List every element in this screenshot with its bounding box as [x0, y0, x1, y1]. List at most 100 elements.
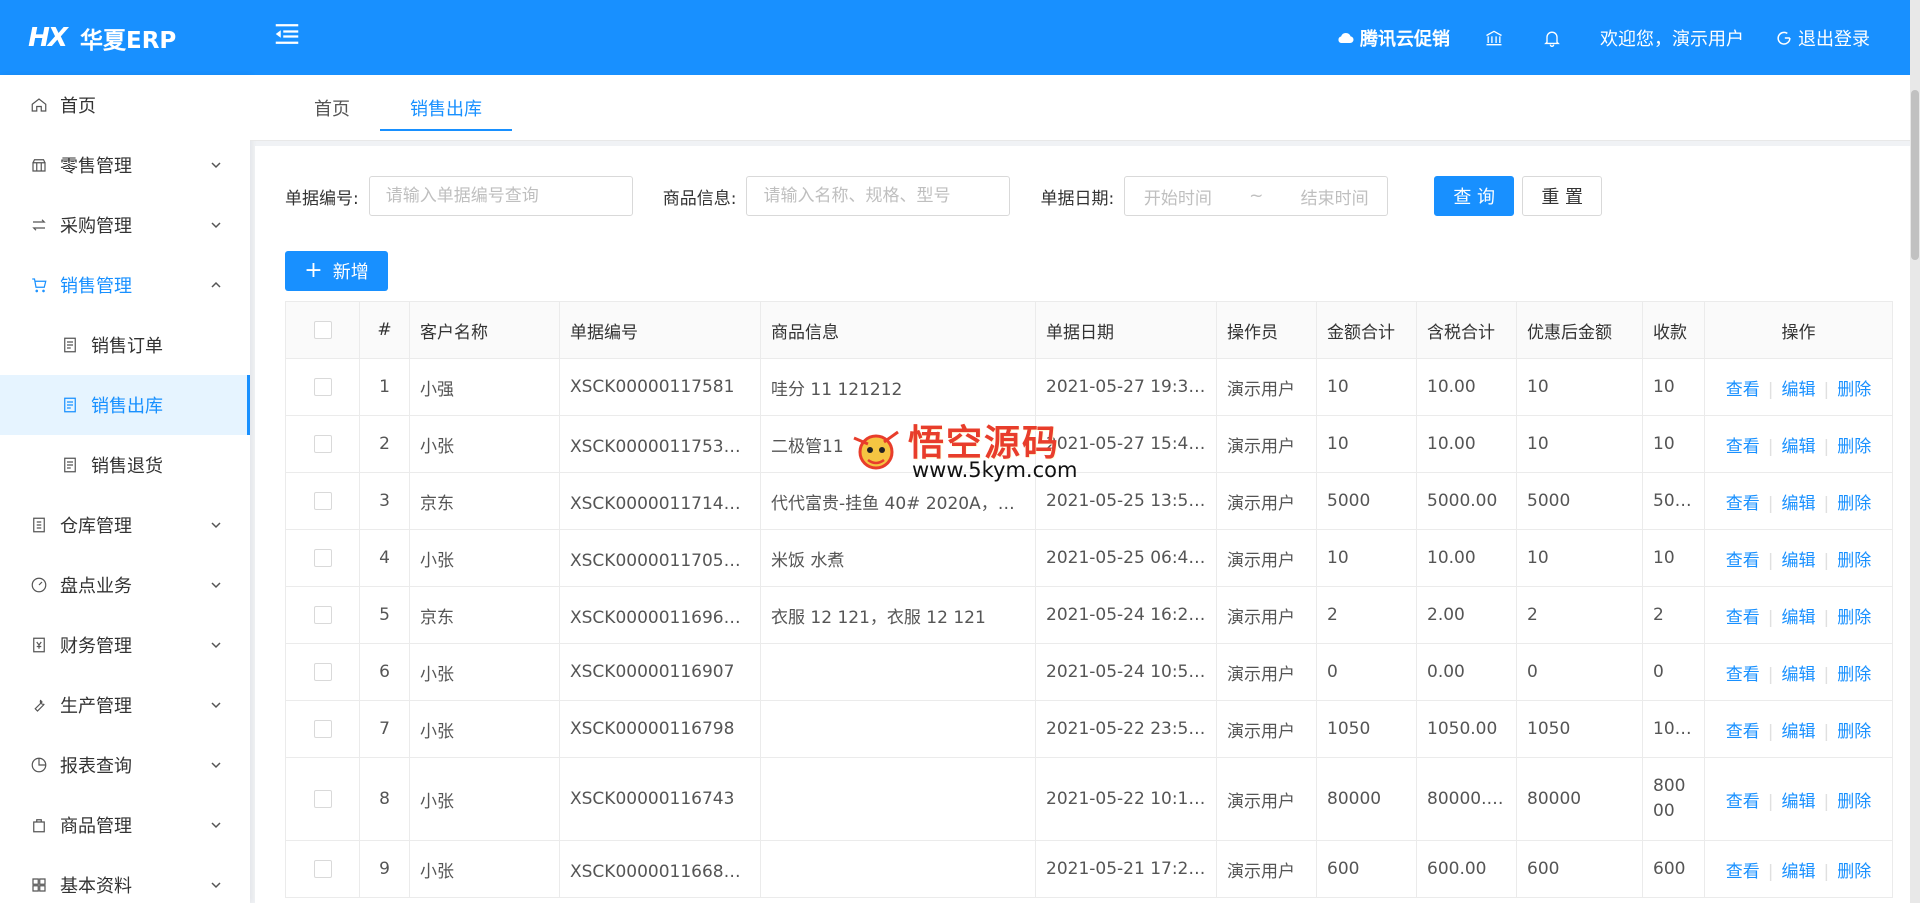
row-select-cell[interactable] — [285, 529, 360, 587]
sidebar-item-inventory[interactable]: 盘点业务 — [0, 555, 250, 615]
number-input[interactable] — [368, 176, 633, 216]
goods-input[interactable] — [746, 176, 1011, 216]
app-logo[interactable]: HX 华夏ERP — [0, 0, 250, 75]
row-checkbox[interactable] — [313, 606, 332, 624]
tab-sales-out[interactable]: 销售出库 — [380, 75, 512, 141]
date-start[interactable]: 开始时间 — [1144, 184, 1212, 209]
table-row[interactable]: 8 小张 XSCK00000116743 2021-05-22 10:13:22 演示用… — [285, 757, 1893, 841]
cell-discounted: 5000 — [1516, 472, 1643, 530]
delete-link[interactable]: 删除 — [1837, 722, 1871, 742]
row-checkbox[interactable] — [313, 790, 332, 808]
delete-link[interactable]: 删除 — [1837, 437, 1871, 457]
delete-link[interactable]: 删除 — [1837, 792, 1871, 812]
row-checkbox[interactable] — [313, 492, 332, 510]
table-row[interactable]: 6 小张 XSCK00000116907 2021-05-24 10:52:23 演示用… — [285, 643, 1893, 701]
table-row[interactable]: 2 小张 XSCK00000117538[转] 二极管11 2021-05-27 15:… — [285, 415, 1893, 473]
select-all-checkbox[interactable] — [313, 321, 332, 339]
row-select-cell[interactable] — [285, 700, 360, 758]
view-link[interactable]: 查看 — [1726, 665, 1760, 685]
row-checkbox[interactable] — [313, 663, 332, 681]
table-row[interactable]: 3 京东 XSCK00000117142[转] 代代富贵-挂鱼 40# 2020A，代… — [285, 472, 1893, 530]
doc-icon — [64, 397, 76, 413]
cell-number: XSCK00000116688[转] — [559, 840, 761, 898]
view-link[interactable]: 查看 — [1726, 792, 1760, 812]
sidebar-item-goods[interactable]: 商品管理 — [0, 795, 250, 855]
sidebar-item-finance[interactable]: 财务管理 — [0, 615, 250, 675]
row-select-cell[interactable] — [285, 415, 360, 473]
cell-tax-total: 0.00 — [1416, 643, 1517, 701]
table-row[interactable]: 5 京东 XSCK00000116964[转] 衣服 12 121，衣服 12 121… — [285, 586, 1893, 644]
edit-link[interactable]: 编辑 — [1782, 665, 1816, 685]
sidebar-item-purchase[interactable]: 采购管理 — [0, 195, 250, 255]
cell-received: 1050 — [1642, 700, 1705, 758]
view-link[interactable]: 查看 — [1726, 722, 1760, 742]
edit-link[interactable]: 编辑 — [1782, 494, 1816, 514]
edit-link[interactable]: 编辑 — [1782, 862, 1816, 882]
row-checkbox[interactable] — [313, 860, 332, 878]
row-select-cell[interactable] — [285, 757, 360, 841]
row-select-cell[interactable] — [285, 586, 360, 644]
notification-button[interactable] — [1542, 28, 1566, 48]
action-separator: | — [1823, 436, 1830, 457]
view-link[interactable]: 查看 — [1726, 437, 1760, 457]
add-button[interactable]: + 新增 — [285, 251, 388, 291]
cell-tax-total: 5000.00 — [1416, 472, 1517, 530]
row-select-cell[interactable] — [285, 472, 360, 530]
date-range-picker[interactable]: 开始时间 ~ 结束时间 — [1124, 176, 1389, 216]
sidebar-item-sales[interactable]: 销售管理 — [0, 255, 250, 315]
promo-link[interactable]: 腾讯云促销 — [1336, 25, 1450, 51]
edit-link[interactable]: 编辑 — [1782, 380, 1816, 400]
row-checkbox[interactable] — [313, 549, 332, 567]
view-link[interactable]: 查看 — [1726, 862, 1760, 882]
tab-home[interactable]: 首页 — [284, 75, 380, 141]
view-link[interactable]: 查看 — [1726, 380, 1760, 400]
table-row[interactable]: 9 小张 XSCK00000116688[转] 2021-05-21 17:22:51… — [285, 840, 1893, 898]
row-checkbox[interactable] — [313, 378, 332, 396]
delete-link[interactable]: 删除 — [1837, 608, 1871, 628]
edit-link[interactable]: 编辑 — [1782, 551, 1816, 571]
scrollbar-thumb[interactable] — [1911, 90, 1919, 260]
cell-date: 2021-05-24 16:28:05 — [1035, 586, 1217, 644]
row-select-cell[interactable] — [285, 840, 360, 898]
sidebar-item-sales-return[interactable]: 销售退货 — [0, 435, 250, 495]
table-row[interactable]: 4 小张 XSCK00000117052[转] 米饭 水煮 2021-05-25 06:… — [285, 529, 1893, 587]
page-scrollbar[interactable] — [1910, 0, 1920, 903]
cell-number: XSCK00000117538[转] — [559, 415, 761, 473]
action-separator: | — [1823, 791, 1830, 812]
edit-link[interactable]: 编辑 — [1782, 437, 1816, 457]
select-all-cell[interactable] — [285, 301, 360, 359]
table-row[interactable]: 7 小张 XSCK00000116798 2021-05-22 23:51:29 演示用… — [285, 700, 1893, 758]
delete-link[interactable]: 删除 — [1837, 862, 1871, 882]
date-end[interactable]: 结束时间 — [1301, 184, 1369, 209]
menu-fold-icon[interactable] — [272, 19, 302, 49]
reset-button[interactable]: 重 置 — [1522, 176, 1603, 216]
view-link[interactable]: 查看 — [1726, 551, 1760, 571]
edit-link[interactable]: 编辑 — [1782, 792, 1816, 812]
delete-link[interactable]: 删除 — [1837, 380, 1871, 400]
view-link[interactable]: 查看 — [1726, 608, 1760, 628]
edit-link[interactable]: 编辑 — [1782, 722, 1816, 742]
edit-link[interactable]: 编辑 — [1782, 608, 1816, 628]
sidebar-item-basic[interactable]: 基本资料 — [0, 855, 250, 903]
sidebar-item-retail[interactable]: 零售管理 — [0, 135, 250, 195]
sidebar-item-sales-order[interactable]: 销售订单 — [0, 315, 250, 375]
row-select-cell[interactable] — [285, 643, 360, 701]
sidebar-item-sales-out[interactable]: 销售出库 — [0, 375, 250, 435]
sidebar-item-reports[interactable]: 报表查询 — [0, 735, 250, 795]
welcome-user[interactable]: 欢迎您，演示用户 — [1600, 25, 1744, 51]
delete-link[interactable]: 删除 — [1837, 494, 1871, 514]
table-row[interactable]: 1 小强 XSCK00000117581 哇分 11 121212 2021-05-27… — [285, 358, 1893, 416]
query-button[interactable]: 查 询 — [1434, 176, 1515, 216]
sidebar-item-production[interactable]: 生产管理 — [0, 675, 250, 735]
sidebar-item-home[interactable]: 首页 — [0, 75, 250, 135]
row-select-cell[interactable] — [285, 358, 360, 416]
row-checkbox[interactable] — [313, 720, 332, 738]
logout-button[interactable]: 退出登录 — [1774, 25, 1870, 51]
bank-button[interactable] — [1484, 28, 1508, 48]
view-link[interactable]: 查看 — [1726, 494, 1760, 514]
sidebar-item-warehouse[interactable]: 仓库管理 — [0, 495, 250, 555]
delete-link[interactable]: 删除 — [1837, 665, 1871, 685]
cell-date: 2021-05-27 19:38:40 — [1035, 358, 1217, 416]
delete-link[interactable]: 删除 — [1837, 551, 1871, 571]
row-checkbox[interactable] — [313, 435, 332, 453]
